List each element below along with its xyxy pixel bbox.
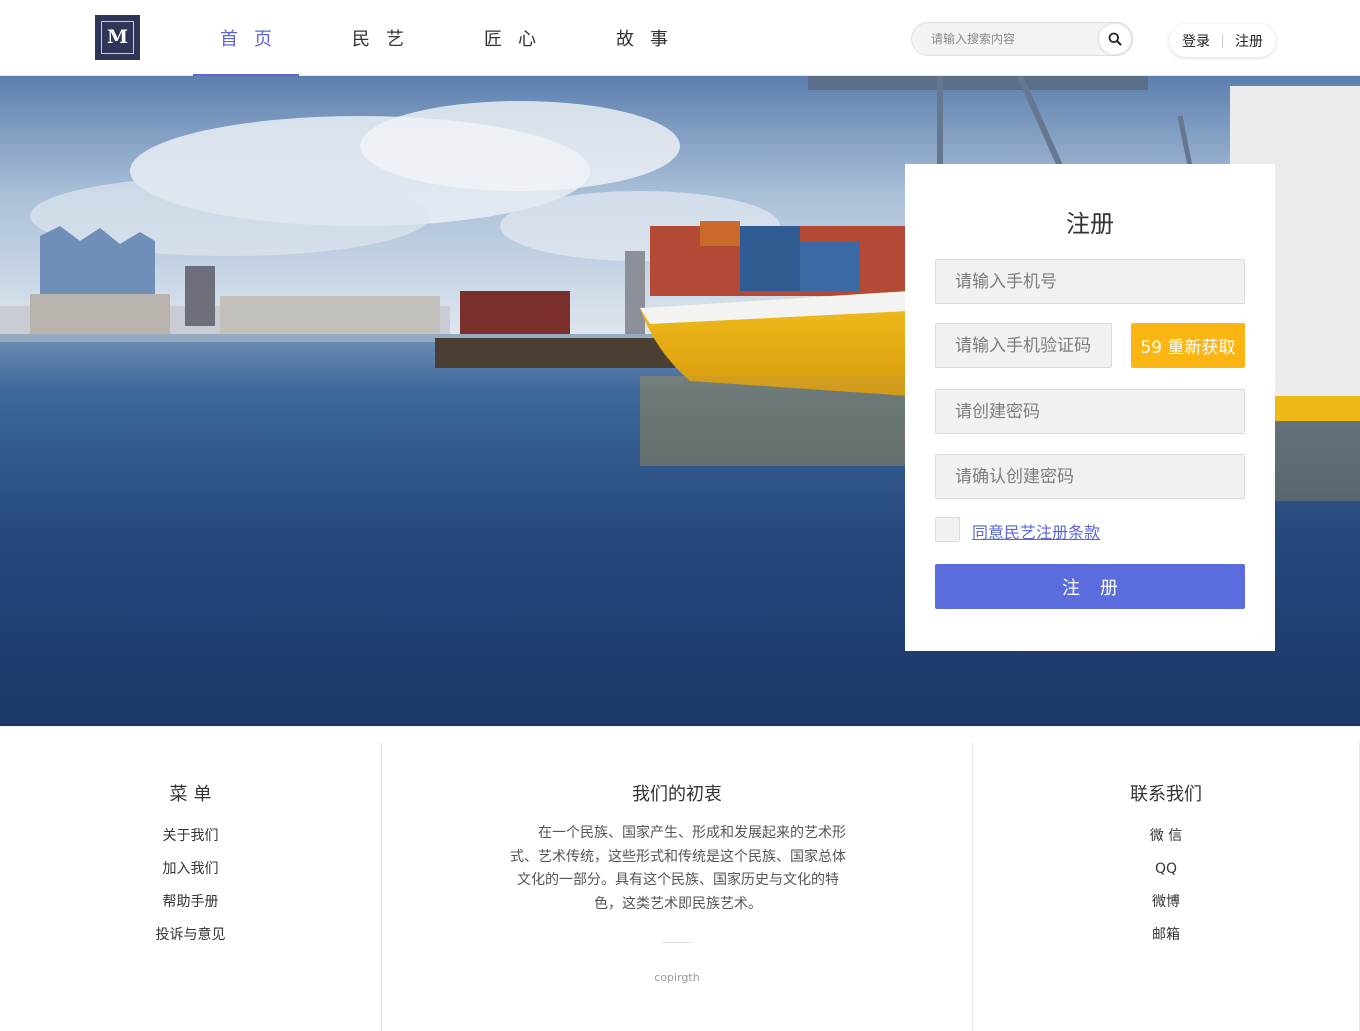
logo-frame: M: [101, 21, 134, 54]
register-panel: 注册 59 重新获取 同意民艺注册条款 注册: [905, 164, 1275, 651]
register-title: 注册: [1066, 210, 1114, 238]
footer-contact-list: 微 信 QQ 微博 邮箱: [973, 826, 1359, 958]
footer-link-feedback[interactable]: 投诉与意见: [0, 925, 381, 958]
auth-links: 登录 注册: [1169, 24, 1276, 57]
search-box: [911, 22, 1133, 56]
resend-code-button[interactable]: 59 重新获取: [1131, 323, 1245, 368]
search-button[interactable]: [1099, 24, 1131, 54]
confirm-password-input[interactable]: [935, 454, 1245, 499]
register-submit-button[interactable]: 注册: [935, 564, 1245, 609]
nav-item-craftsmanship[interactable]: 匠心: [457, 0, 563, 75]
logo-letter: M: [106, 26, 129, 48]
footer-link-help[interactable]: 帮助手册: [0, 892, 381, 925]
footer-contact-title: 联系我们: [1130, 784, 1202, 805]
password-input[interactable]: [935, 389, 1245, 434]
contact-link-qq[interactable]: QQ: [973, 859, 1359, 892]
main-nav: 首页 民艺 匠心 故事: [193, 0, 721, 76]
terms-link[interactable]: 同意民艺注册条款: [972, 519, 1100, 543]
contact-link-weibo[interactable]: 微博: [973, 892, 1359, 925]
phone-input[interactable]: [935, 259, 1245, 304]
contact-link-wechat[interactable]: 微 信: [973, 826, 1359, 859]
nav-item-home[interactable]: 首页: [193, 0, 299, 76]
footer-mission-column: 我们的初衷 在一个民族、国家产生、形成和发展起来的艺术形式、艺术传统，这些形式和…: [382, 742, 973, 1031]
contact-link-email[interactable]: 邮箱: [973, 925, 1359, 958]
footer-mission-title: 我们的初衷: [632, 784, 722, 805]
footer-menu-list: 关于我们 加入我们 帮助手册 投诉与意见: [0, 826, 381, 958]
auth-divider: [1222, 33, 1223, 48]
register-link[interactable]: 注册: [1235, 31, 1263, 51]
login-link[interactable]: 登录: [1182, 31, 1210, 51]
copyright-text: copirgth: [654, 971, 700, 984]
footer-mission-text: 在一个民族、国家产生、形成和发展起来的艺术形式、艺术传统，这些形式和传统是这个民…: [510, 825, 846, 912]
footer-link-join[interactable]: 加入我们: [0, 859, 381, 892]
agree-terms-checkbox[interactable]: [935, 517, 960, 542]
footer-link-about[interactable]: 关于我们: [0, 826, 381, 859]
search-icon: [1108, 32, 1122, 46]
nav-item-folk-art[interactable]: 民艺: [325, 0, 431, 75]
footer-menu-title: 菜单: [169, 784, 218, 805]
footer-contact-column: 联系我们 微 信 QQ 微博 邮箱: [973, 742, 1360, 1031]
search-input[interactable]: [912, 23, 1102, 55]
nav-item-stories[interactable]: 故事: [589, 0, 695, 75]
site-logo[interactable]: M: [95, 15, 140, 60]
verification-code-input[interactable]: [935, 323, 1112, 368]
footer-divider: [662, 942, 691, 943]
site-footer: 菜单 关于我们 加入我们 帮助手册 投诉与意见 我们的初衷 在一个民族、国家产生…: [0, 726, 1360, 1031]
footer-menu-column: 菜单 关于我们 加入我们 帮助手册 投诉与意见: [0, 742, 382, 1031]
top-header: M 首页 民艺 匠心 故事 登录 注册: [0, 0, 1360, 76]
